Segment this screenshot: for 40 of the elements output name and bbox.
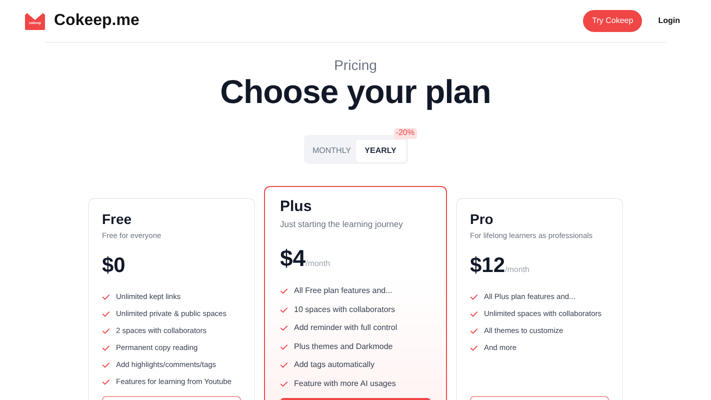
check-icon — [102, 294, 110, 300]
feature-text: All Free plan features and... — [294, 285, 392, 298]
check-icon — [280, 288, 288, 294]
feature-text: Add tags automatically — [294, 359, 374, 372]
feature-text: 10 spaces with collaborators — [294, 304, 395, 316]
page-title: Choose your plan — [219, 74, 492, 110]
check-icon — [102, 310, 110, 317]
login-link[interactable]: Login — [658, 15, 680, 27]
try-button[interactable]: Try Cokeep — [583, 10, 642, 32]
plan-tagline: Just starting the learning journey — [280, 218, 404, 231]
billing-option[interactable]: YEARLY — [356, 140, 406, 162]
check-icon — [280, 306, 288, 313]
plan-price: $0 — [102, 255, 126, 276]
check-icon — [280, 362, 288, 368]
check-icon — [102, 362, 110, 368]
feature-text: Add reminder with full control — [294, 322, 398, 334]
envelope-logo-icon — [24, 12, 46, 30]
check-icon — [470, 344, 478, 351]
brand-name[interactable]: Cokeep.me — [54, 9, 140, 33]
plan-price: $4 — [280, 246, 306, 270]
check-icon — [280, 325, 288, 332]
price-period: /month — [306, 258, 330, 270]
section-label: Pricing — [333, 57, 378, 74]
check-icon — [280, 344, 288, 350]
price-period: /month — [505, 264, 530, 276]
billing-option[interactable]: MONTHLY — [306, 140, 356, 162]
plan-name: Free — [102, 211, 133, 228]
check-icon — [102, 344, 110, 351]
feature-text: Feature with more AI usages — [294, 378, 396, 390]
check-icon — [470, 310, 478, 317]
check-icon — [102, 378, 110, 385]
plan-name: Plus — [280, 198, 313, 216]
check-icon — [470, 328, 478, 334]
discount-badge: -20% — [394, 128, 416, 139]
check-icon — [280, 380, 288, 387]
check-icon — [470, 294, 478, 300]
plan-name: Pro — [470, 211, 494, 228]
plan-price: $12 — [470, 255, 506, 276]
check-icon — [102, 328, 110, 334]
feature-text: Plus themes and Darkmode — [294, 340, 393, 353]
